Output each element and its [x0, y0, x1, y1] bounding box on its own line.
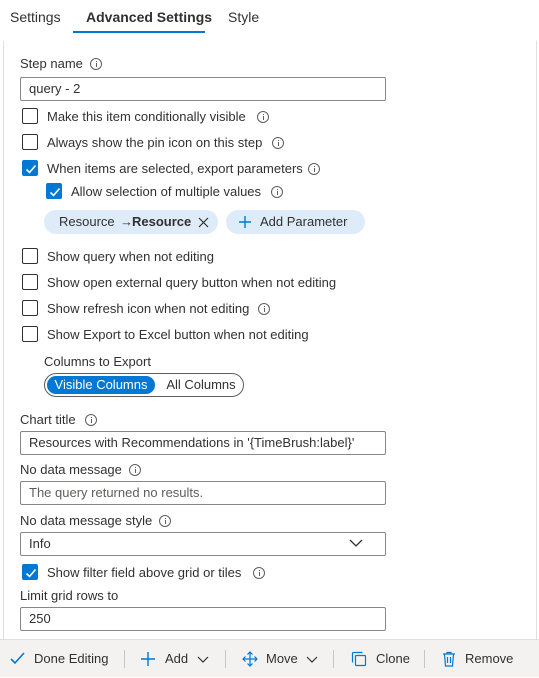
info-icon[interactable] — [308, 163, 320, 175]
tab-style[interactable]: Style — [228, 9, 259, 25]
active-tab-indicator — [73, 31, 205, 33]
done-editing-button[interactable]: Done Editing — [10, 640, 108, 678]
chevron-down-icon — [349, 539, 363, 547]
move-button[interactable]: Move — [242, 640, 318, 678]
no-data-style-label: No data message style — [20, 513, 153, 528]
conditionally-visible-label: Make this item conditionally visible — [47, 109, 246, 124]
visible-columns-option[interactable]: Visible Columns — [47, 376, 155, 394]
show-export-label: Show Export to Excel button when not edi… — [47, 327, 309, 342]
plus-icon — [141, 652, 155, 666]
checkmark-icon — [25, 164, 37, 174]
toolbar-divider — [333, 650, 334, 668]
info-icon[interactable] — [159, 515, 171, 527]
step-name-label: Step name — [20, 56, 83, 71]
remove-label: Remove — [465, 651, 514, 666]
move-label: Move — [266, 651, 298, 666]
tab-settings[interactable]: Settings — [10, 9, 61, 25]
no-data-message-input[interactable]: The query returned no results. — [20, 481, 386, 505]
info-icon[interactable] — [85, 414, 97, 426]
export-params-checkbox[interactable] — [22, 160, 38, 176]
info-icon[interactable] — [272, 137, 284, 149]
chevron-down-icon — [306, 656, 318, 663]
allow-multiple-checkbox[interactable] — [46, 183, 62, 199]
show-query-checkbox[interactable] — [22, 248, 38, 264]
add-button[interactable]: Add — [140, 640, 209, 678]
add-parameter-button[interactable]: Add Parameter — [226, 210, 365, 234]
info-icon[interactable] — [129, 464, 141, 476]
checkmark-icon — [49, 187, 61, 197]
add-label: Add — [165, 651, 189, 666]
move-icon — [242, 651, 258, 667]
always-pin-checkbox[interactable] — [22, 134, 38, 150]
parameter-pill[interactable]: Resource → Resource — [44, 210, 218, 234]
columns-to-export-label: Columns to Export — [44, 354, 151, 369]
info-icon[interactable] — [271, 186, 283, 198]
show-filter-checkbox[interactable] — [22, 564, 38, 580]
show-external-checkbox[interactable] — [22, 274, 38, 290]
always-pin-label: Always show the pin icon on this step — [47, 135, 263, 150]
chart-title-label: Chart title — [20, 412, 76, 427]
checkmark-icon — [25, 568, 37, 578]
toolbar-divider — [124, 650, 125, 668]
conditionally-visible-checkbox[interactable] — [22, 108, 38, 124]
trash-icon — [443, 651, 455, 667]
limit-rows-label: Limit grid rows to — [20, 588, 119, 603]
parameter-from: Resource — [59, 214, 115, 229]
info-icon[interactable] — [90, 58, 102, 70]
add-parameter-label: Add Parameter — [260, 214, 348, 229]
all-columns-option[interactable]: All Columns — [161, 376, 241, 394]
tab-bar: Settings Advanced Settings Style — [0, 0, 539, 36]
remove-button[interactable]: Remove — [442, 640, 513, 678]
show-query-label: Show query when not editing — [47, 249, 214, 264]
bottom-toolbar: Done Editing Add Move Clone Remove — [0, 639, 539, 677]
show-filter-label: Show filter field above grid or tiles — [47, 565, 242, 580]
show-refresh-label: Show refresh icon when not editing — [47, 301, 250, 316]
clone-label: Clone — [376, 651, 410, 666]
toolbar-divider — [424, 650, 425, 668]
toolbar-divider — [225, 650, 226, 668]
info-icon[interactable] — [258, 303, 270, 315]
columns-to-export-toggle: Visible Columns All Columns — [44, 373, 244, 397]
chevron-down-icon — [197, 656, 209, 663]
show-refresh-checkbox[interactable] — [22, 300, 38, 316]
no-data-message-label: No data message — [20, 462, 122, 477]
no-data-style-dropdown[interactable]: Info — [20, 532, 386, 556]
export-params-label: When items are selected, export paramete… — [47, 161, 303, 176]
allow-multiple-label: Allow selection of multiple values — [71, 184, 262, 199]
no-data-style-value: Info — [29, 536, 51, 551]
limit-rows-input[interactable]: 250 — [20, 607, 386, 631]
info-icon[interactable] — [257, 111, 269, 123]
plus-icon — [239, 216, 251, 228]
show-external-label: Show open external query button when not… — [47, 275, 337, 290]
tab-advanced-settings[interactable]: Advanced Settings — [86, 9, 212, 25]
parameter-to: Resource — [132, 214, 192, 229]
done-editing-label: Done Editing — [34, 651, 109, 666]
close-icon[interactable] — [198, 217, 209, 228]
chart-title-input[interactable]: Resources with Recommendations in '{Time… — [20, 431, 386, 455]
clone-button[interactable]: Clone — [351, 640, 410, 678]
info-icon[interactable] — [253, 567, 265, 579]
checkmark-icon — [10, 652, 25, 665]
step-name-input[interactable]: query - 2 — [20, 77, 386, 101]
show-export-checkbox[interactable] — [22, 326, 38, 342]
clone-icon — [351, 651, 367, 667]
